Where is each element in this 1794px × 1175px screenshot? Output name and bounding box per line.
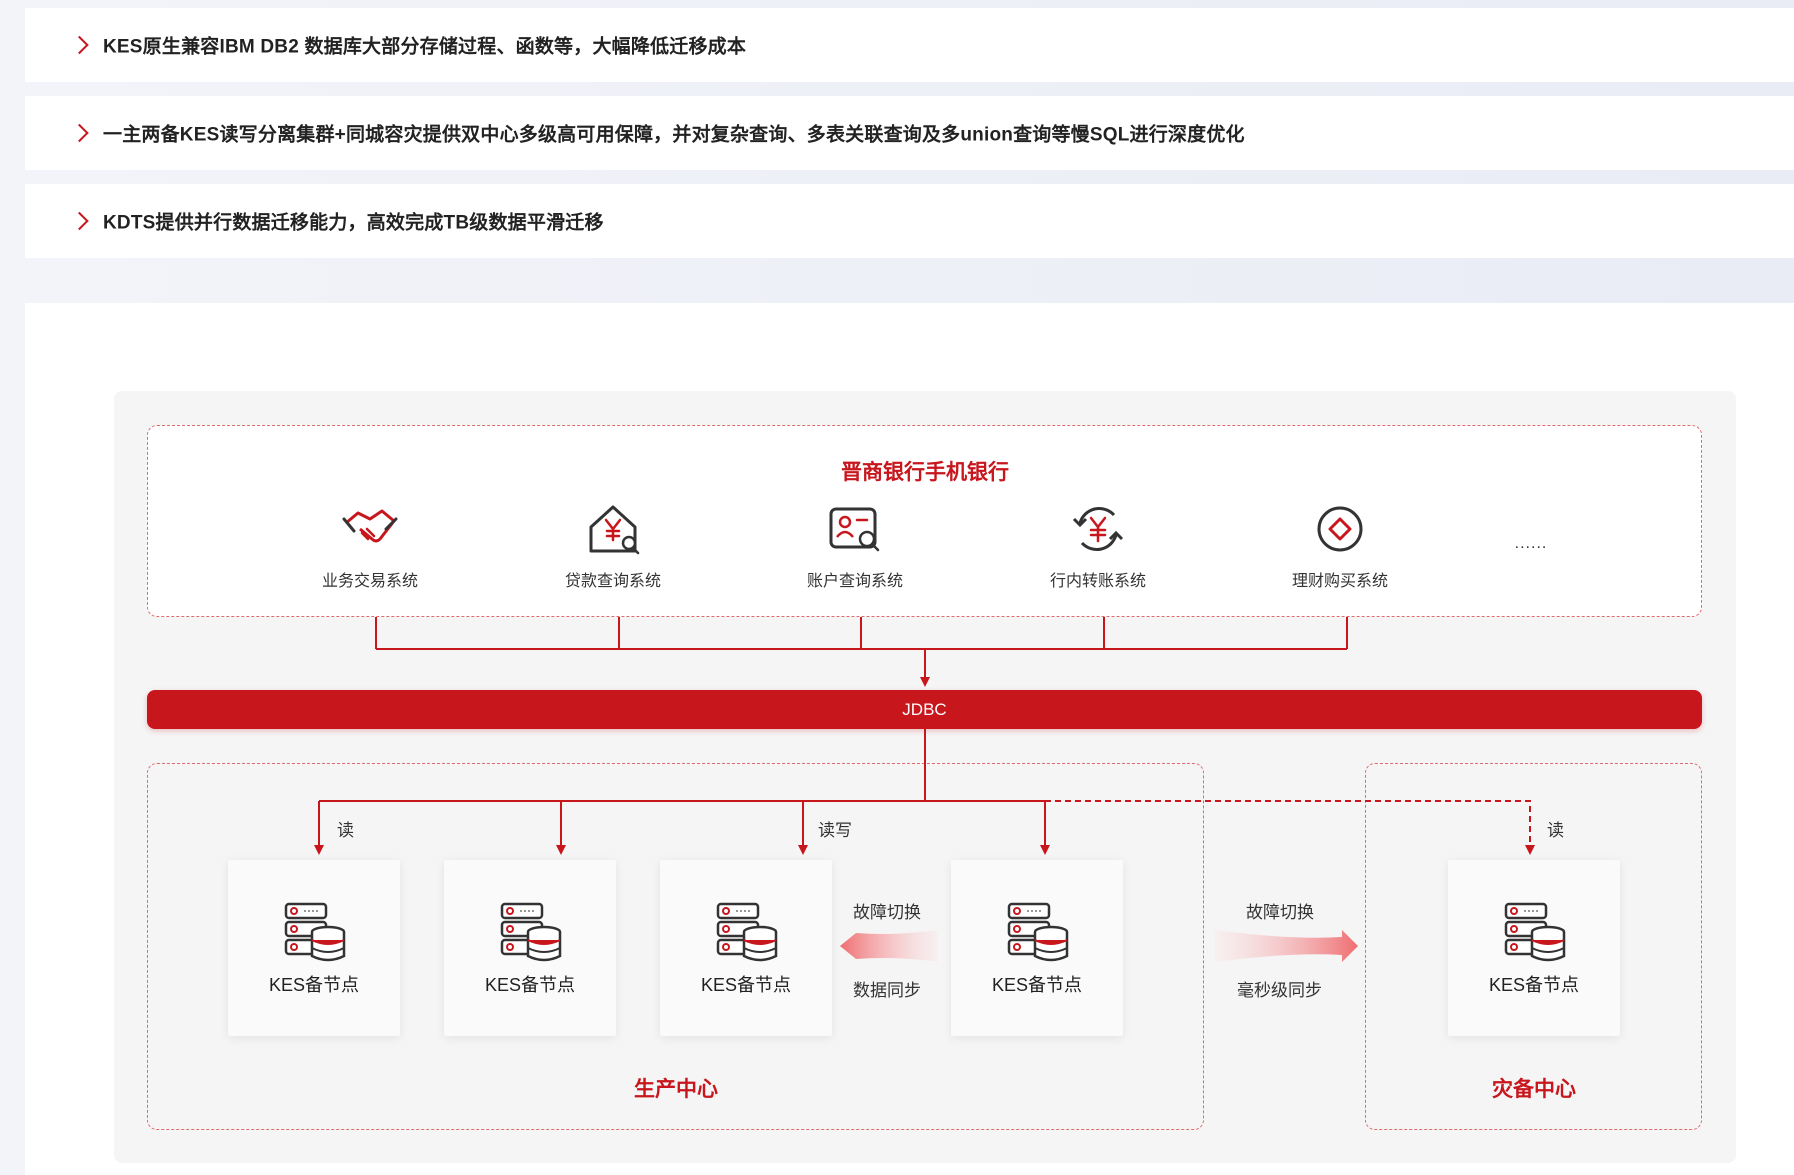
system-label: 理财购买系统 bbox=[1291, 573, 1388, 590]
node-label: KES备节点 bbox=[700, 975, 792, 995]
kes-node: KES备节点 bbox=[228, 860, 400, 1036]
read-label: 读 bbox=[337, 821, 354, 840]
node-label: KES备节点 bbox=[484, 975, 576, 995]
datasync-label: 数据同步 bbox=[853, 981, 921, 1000]
feature-text: 一主两备KES读写分离集群+同城容灾提供双中心多级高可用保障，并对复杂查询、多表… bbox=[103, 124, 1245, 146]
chevron-right-icon bbox=[70, 123, 89, 143]
node-label: KES备节点 bbox=[268, 975, 360, 995]
database-server-icon bbox=[1007, 902, 1069, 962]
production-center-title: 生产中心 bbox=[634, 1078, 718, 1101]
feature-row-2: 一主两备KES读写分离集群+同城容灾提供双中心多级高可用保障，并对复杂查询、多表… bbox=[25, 96, 1794, 170]
yen-refresh-icon bbox=[1072, 507, 1124, 551]
kes-node: KES备节点 bbox=[1448, 860, 1620, 1036]
node-label: KES备节点 bbox=[991, 975, 1083, 995]
feature-text: KES原生兼容IBM DB2 数据库大部分存储过程、函数等，大幅降低迁移成本 bbox=[103, 36, 747, 58]
diamond-circle-icon bbox=[1317, 506, 1363, 552]
system-internal-transfer: 行内转账系统 bbox=[1018, 503, 1178, 591]
feature-row-3: KDTS提供并行数据迁移能力，高效完成TB级数据平滑迁移 bbox=[25, 184, 1794, 258]
system-label: 账户查询系统 bbox=[806, 573, 903, 590]
database-server-icon bbox=[1504, 902, 1566, 962]
dr-center-title: 灾备中心 bbox=[1492, 1078, 1576, 1101]
handshake-icon bbox=[342, 509, 398, 543]
feature-text: KDTS提供并行数据迁移能力，高效完成TB级数据平滑迁移 bbox=[103, 212, 604, 234]
database-server-icon bbox=[500, 902, 562, 962]
system-loan-query: 贷款查询系统 bbox=[533, 503, 693, 591]
system-label: 业务交易系统 bbox=[321, 573, 418, 590]
feature-row-1: KES原生兼容IBM DB2 数据库大部分存储过程、函数等，大幅降低迁移成本 bbox=[25, 8, 1794, 82]
node-label: KES备节点 bbox=[1488, 975, 1580, 995]
ms-sync-label: 毫秒级同步 bbox=[1237, 981, 1322, 1000]
database-server-icon bbox=[716, 902, 778, 962]
kes-node: KES备节点 bbox=[444, 860, 616, 1036]
top-title: 晋商银行手机银行 bbox=[841, 461, 1009, 484]
database-server-icon bbox=[284, 902, 346, 962]
kes-node: KES备节点 bbox=[660, 860, 832, 1036]
readwrite-label: 读写 bbox=[818, 821, 852, 840]
jdbc-bus: JDBC bbox=[147, 690, 1702, 729]
failover-label: 故障切换 bbox=[853, 903, 921, 922]
more-systems: ...... bbox=[1514, 535, 1548, 552]
read-dr-label: 读 bbox=[1547, 821, 1564, 840]
failover-dr-label: 故障切换 bbox=[1246, 903, 1314, 922]
chevron-right-icon bbox=[70, 211, 89, 231]
account-search-icon bbox=[829, 507, 880, 552]
system-label: 行内转账系统 bbox=[1049, 573, 1146, 590]
system-wealth-purchase: 理财购买系统 bbox=[1260, 503, 1420, 591]
chevron-right-icon bbox=[70, 35, 89, 55]
system-business-trade: 业务交易系统 bbox=[290, 503, 450, 591]
kes-node: KES备节点 bbox=[951, 860, 1123, 1036]
system-label: 贷款查询系统 bbox=[564, 573, 661, 590]
system-account-query: 账户查询系统 bbox=[775, 503, 935, 591]
house-yen-search-icon bbox=[589, 505, 640, 555]
